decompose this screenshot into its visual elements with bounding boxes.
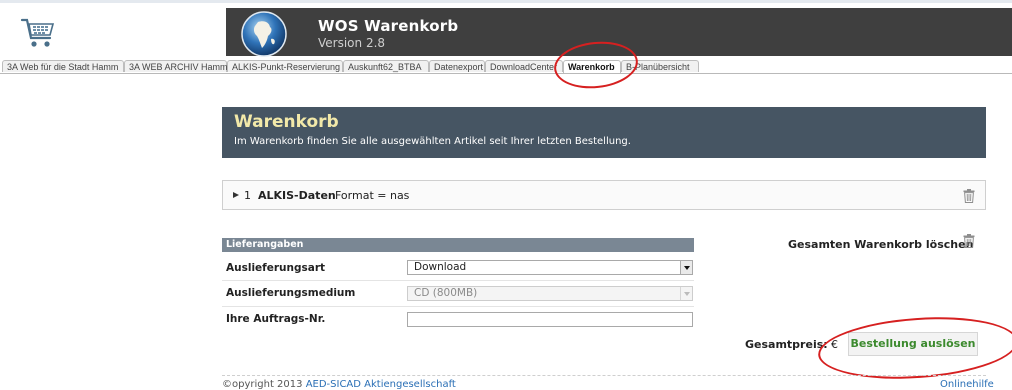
tab-3a-web-archiv[interactable]: 3A WEB ARCHIV Hamm [124, 60, 227, 72]
total-price-label: Gesamtpreis: [745, 338, 828, 351]
order-number-label: Ihre Auftrags-Nr. [226, 313, 325, 325]
clear-cart-label[interactable]: Gesamten Warenkorb löschen [788, 238, 973, 251]
online-help-link[interactable]: Onlinehilfe [940, 379, 994, 390]
app-title: WOS Warenkorb [318, 17, 458, 35]
row-divider [222, 306, 694, 307]
top-border [0, 0, 1012, 3]
order-number-input[interactable] [407, 312, 693, 327]
company-link[interactable]: AED-SICAD Aktiengesellschaft [306, 379, 456, 390]
tab-alkis-punkt-reservierung[interactable]: ALKIS-Punkt-Reservierung [227, 60, 343, 72]
chevron-down-icon [680, 287, 692, 300]
trash-icon[interactable] [963, 188, 975, 207]
cart-icon [20, 14, 56, 50]
delivery-type-select[interactable]: Download [407, 260, 693, 275]
tab-auskunft62-btba[interactable]: Auskunft62_BTBA [343, 60, 429, 72]
row-divider [222, 280, 694, 281]
copyright: ©opyright 2013 AED-SICAD Aktiengesellsch… [222, 379, 456, 390]
expand-arrow-icon[interactable] [233, 192, 239, 198]
tab-datenexport[interactable]: Datenexport [429, 60, 485, 72]
app-version: Version 2.8 [318, 36, 385, 50]
item-number: 1 [244, 189, 251, 202]
copyright-text: ©opyright 2013 [222, 379, 306, 390]
tab-bar: 3A Web für die Stadt Hamm 3A WEB ARCHIV … [0, 60, 1012, 74]
tab-downloadcenter[interactable]: DownloadCenter [485, 60, 563, 72]
tab-3a-web-hamm[interactable]: 3A Web für die Stadt Hamm [2, 60, 124, 72]
delivery-medium-select: CD (800MB) [407, 286, 693, 301]
delivery-medium-value: CD (800MB) [414, 287, 477, 299]
page-title: Warenkorb [234, 112, 339, 132]
delivery-type-value: Download [414, 261, 466, 273]
item-name: ALKIS-Daten [258, 189, 336, 202]
delivery-type-label: Auslieferungsart [226, 262, 325, 274]
delivery-header: Lieferangaben [222, 238, 694, 252]
footer-divider [222, 375, 986, 376]
item-format: Format = nas [335, 189, 409, 202]
delivery-medium-label: Auslieferungsmedium [226, 287, 355, 299]
globe-icon [240, 10, 288, 58]
trash-icon[interactable] [963, 233, 975, 252]
annotation-circle-order [816, 311, 1012, 385]
chevron-down-icon[interactable] [680, 261, 692, 274]
page-subtitle: Im Warenkorb finden Sie alle ausgewählte… [234, 136, 631, 147]
